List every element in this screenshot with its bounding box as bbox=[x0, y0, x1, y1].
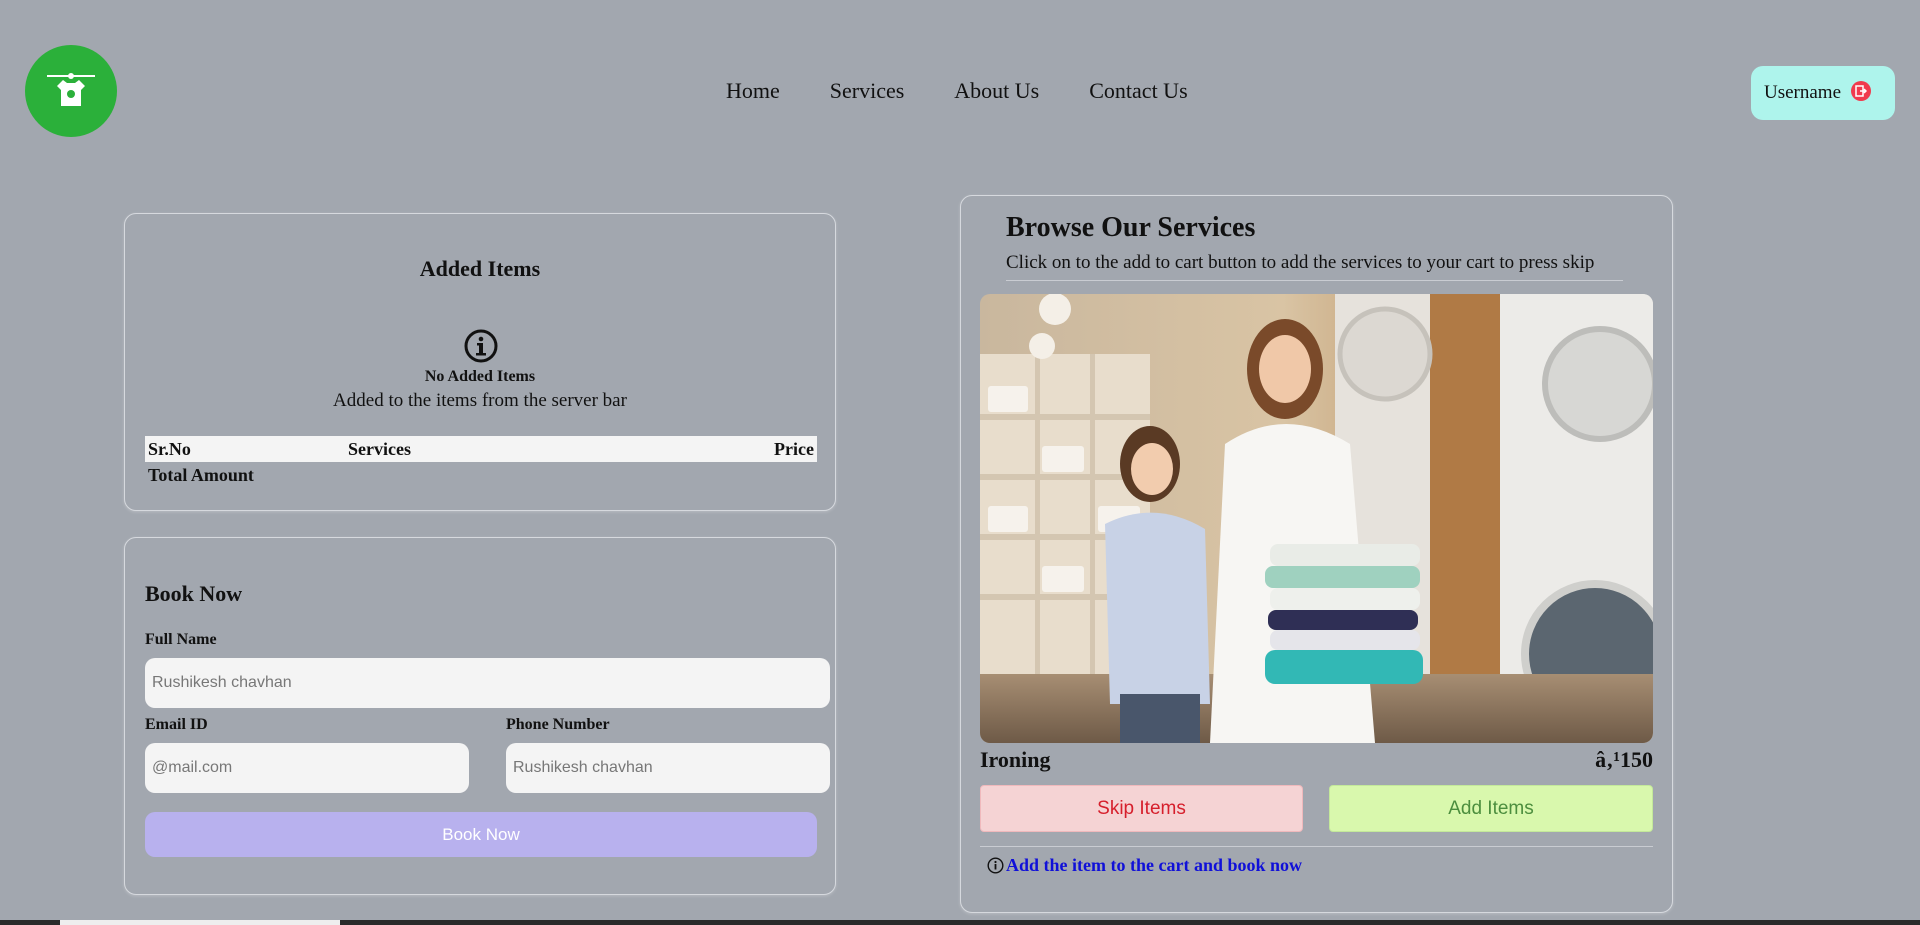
laundry-logo-icon bbox=[47, 73, 95, 106]
divider bbox=[980, 846, 1653, 847]
nav-about-us[interactable]: About Us bbox=[954, 78, 1039, 104]
phone-label: Phone Number bbox=[506, 716, 610, 733]
browse-subtitle: Click on to the add to cart button to ad… bbox=[1006, 252, 1623, 281]
added-items-table: Sr.No Services Price Total Amount bbox=[145, 436, 817, 489]
table-header-row: Sr.No Services Price bbox=[145, 436, 817, 462]
col-sr-no: Sr.No bbox=[145, 436, 345, 462]
nav-services[interactable]: Services bbox=[830, 78, 905, 104]
bottom-strip bbox=[0, 920, 1920, 925]
browse-title: Browse Our Services bbox=[1006, 212, 1256, 243]
total-row: Total Amount bbox=[145, 462, 817, 489]
main-nav: Home Services About Us Contact Us bbox=[726, 78, 1238, 104]
service-name: Ironing bbox=[980, 747, 1051, 772]
service-price: â‚¹150 bbox=[1595, 747, 1653, 772]
col-services: Services bbox=[345, 436, 629, 462]
book-now-card: Book Now Full Name Email ID Phone Number… bbox=[124, 537, 836, 895]
added-items-title: Added Items bbox=[419, 256, 541, 281]
nav-contact-us[interactable]: Contact Us bbox=[1089, 78, 1187, 104]
phone-field[interactable] bbox=[506, 743, 830, 793]
full-name-field[interactable] bbox=[145, 658, 830, 708]
empty-state-title: No Added Items bbox=[424, 368, 536, 385]
info-circle-icon bbox=[987, 857, 1004, 874]
laundry-logo[interactable] bbox=[25, 45, 117, 137]
total-amount-label: Total Amount bbox=[148, 465, 254, 485]
book-now-title: Book Now bbox=[145, 581, 243, 606]
cart-hint: Add the item to the cart and book now bbox=[987, 855, 1302, 876]
added-items-card: Added Items No Added Items Added to the … bbox=[124, 213, 836, 511]
user-menu-button[interactable]: Username bbox=[1751, 66, 1895, 120]
book-now-button[interactable]: Book Now bbox=[145, 812, 817, 857]
col-price: Price bbox=[628, 436, 817, 462]
bottom-strip-segment bbox=[60, 920, 340, 925]
logout-icon[interactable] bbox=[1851, 81, 1872, 101]
full-name-label: Full Name bbox=[145, 631, 217, 648]
skip-items-button[interactable]: Skip Items bbox=[980, 785, 1303, 832]
service-photo bbox=[980, 294, 1653, 743]
browse-services-card: Browse Our Services Click on to the add … bbox=[960, 195, 1673, 913]
email-field[interactable] bbox=[145, 743, 469, 793]
email-label: Email ID bbox=[145, 716, 208, 733]
username-label: Username bbox=[1764, 82, 1842, 103]
info-circle-icon bbox=[464, 329, 498, 368]
empty-state-subtitle: Added to the items from the server bar bbox=[333, 390, 627, 411]
cart-hint-text: Add the item to the cart and book now bbox=[1006, 855, 1303, 875]
nav-home[interactable]: Home bbox=[726, 78, 780, 104]
add-items-button[interactable]: Add Items bbox=[1329, 785, 1653, 832]
